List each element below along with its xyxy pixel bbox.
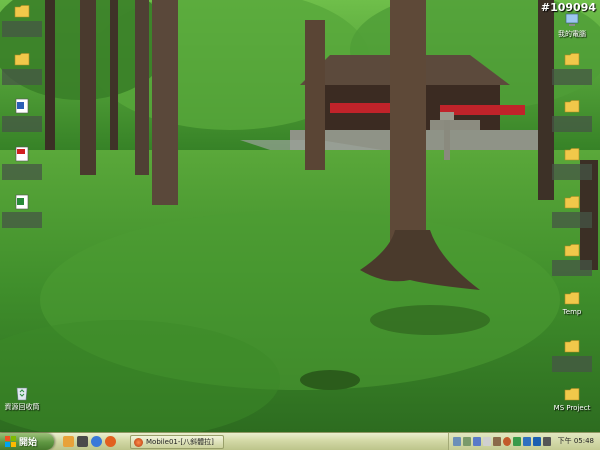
desktop-icon-folder-r1[interactable] — [550, 51, 594, 85]
desktop-icon-label: 我的電腦 — [558, 30, 586, 38]
desktop-icon-label — [552, 69, 592, 85]
desktop-icon-folder-r5[interactable] — [550, 242, 594, 276]
folder-icon — [564, 148, 580, 161]
windows-logo-icon — [5, 436, 16, 447]
desktop-icon-label: 資源回收筒 — [4, 403, 40, 411]
update-icon[interactable] — [503, 437, 511, 446]
firefox-icon[interactable] — [105, 436, 116, 447]
firefox-icon — [134, 437, 143, 447]
desktop-icon-ms-project[interactable]: MS Project — [550, 386, 594, 413]
bluetooth-icon[interactable] — [533, 437, 541, 446]
word-document-icon — [15, 98, 29, 114]
chat-icon[interactable] — [513, 437, 521, 446]
volume-icon[interactable] — [463, 437, 471, 446]
desktop-icon-label — [2, 69, 42, 85]
desktop-icon-label: Temp — [562, 308, 582, 316]
desktop-icon-label — [552, 212, 592, 228]
security-icon[interactable] — [493, 437, 501, 446]
desktop-icon-my-computer[interactable]: 我的電腦 — [550, 12, 594, 39]
temp-folder-icon — [564, 292, 580, 305]
language-icon[interactable] — [473, 437, 481, 446]
ime-icon[interactable] — [483, 437, 491, 446]
desktop-icon-folder-r3[interactable] — [550, 146, 594, 180]
antivirus-icon[interactable] — [523, 437, 531, 446]
folder-icon — [564, 100, 580, 113]
desktop-icon-label — [2, 21, 42, 37]
excel-document-icon — [15, 194, 29, 210]
desktop-icon-recycle-bin[interactable]: 資源回收筒 — [0, 385, 44, 412]
ie-icon[interactable] — [91, 436, 102, 447]
folder-icon — [14, 53, 30, 66]
desktop-icon-temp[interactable]: Temp — [550, 290, 594, 317]
desktop-icon[interactable] — [63, 436, 74, 447]
desktop-icon-label — [552, 164, 592, 180]
system-tray: 下午 05:48 — [448, 433, 600, 450]
desktop-icon-label — [2, 212, 42, 228]
start-button-label: 開始 — [19, 438, 38, 448]
desktop-icon-label — [2, 116, 42, 132]
desktop-wallpaper — [0, 0, 600, 432]
desktop-icon-folder-r6[interactable] — [550, 338, 594, 372]
network-icon[interactable] — [453, 437, 461, 446]
recycle-bin-icon — [16, 387, 28, 401]
taskbar-window-button[interactable]: Mobile01-[八斜體拉] — [130, 435, 224, 449]
desktop-icon-label: MS Project — [553, 404, 591, 412]
desktop-icon-folder-r2[interactable] — [550, 98, 594, 132]
media-player-icon[interactable] — [77, 436, 88, 447]
pdf-document-icon — [15, 146, 29, 162]
power-icon[interactable] — [543, 437, 551, 446]
desktop-icon-folder-2[interactable] — [0, 51, 44, 85]
clock[interactable]: 下午 05:48 — [558, 436, 594, 446]
desktop-icon-label — [552, 356, 592, 372]
folder-icon — [564, 340, 580, 353]
desktop-icon-word-document[interactable] — [0, 98, 44, 132]
start-button[interactable]: 開始 — [0, 433, 54, 450]
desktop-icon-label — [2, 164, 42, 180]
desktop-icon-label — [552, 116, 592, 132]
forest-scene — [0, 0, 600, 432]
ms-project-folder-icon — [564, 388, 580, 401]
desktop-icon-excel-document[interactable] — [0, 194, 44, 228]
my-computer-icon — [565, 13, 579, 26]
desktop-icon-folder-1[interactable] — [0, 3, 44, 37]
desktop-icon-folder-r4[interactable] — [550, 194, 594, 228]
folder-icon — [564, 196, 580, 209]
taskbar: 開始 Mobile01-[八斜體拉] 下午 05:48 — [0, 432, 600, 450]
desktop-icon-pdf-document[interactable] — [0, 146, 44, 180]
folder-icon — [564, 244, 580, 257]
folder-icon — [564, 53, 580, 66]
taskbar-window-label: Mobile01-[八斜體拉] — [146, 438, 214, 446]
desktop-icon-label — [552, 260, 592, 276]
quick-launch-bar — [63, 436, 116, 447]
folder-icon — [14, 5, 30, 18]
